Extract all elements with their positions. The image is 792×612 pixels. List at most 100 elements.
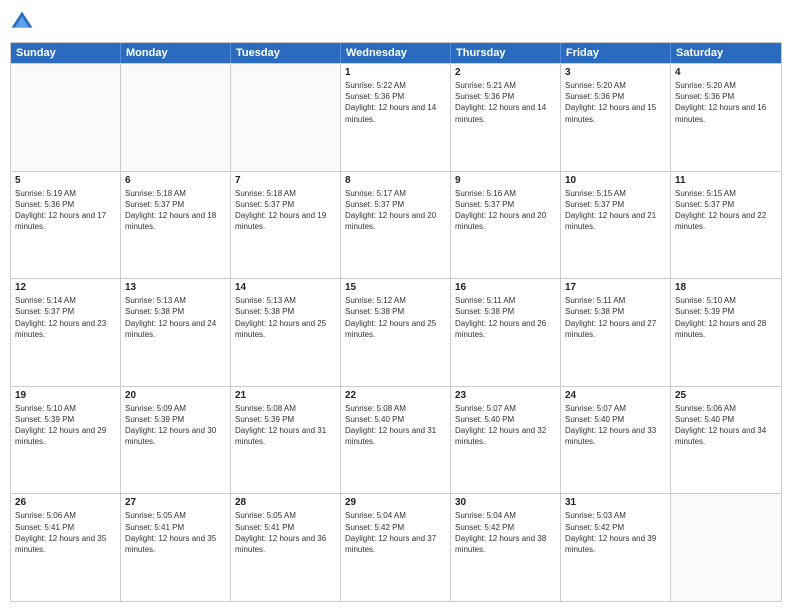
cell-info: Sunrise: 5:13 AM Sunset: 5:38 PM Dayligh…: [235, 295, 336, 340]
cell-day-number: 4: [675, 67, 777, 78]
calendar-cell: 17 Sunrise: 5:11 AM Sunset: 5:38 PM Dayli…: [561, 279, 671, 386]
calendar-row: 12 Sunrise: 5:14 AM Sunset: 5:37 PM Dayli…: [11, 278, 781, 386]
calendar-cell: 21 Sunrise: 5:08 AM Sunset: 5:39 PM Dayli…: [231, 387, 341, 494]
cell-day-number: 6: [125, 175, 226, 186]
cell-info: Sunrise: 5:12 AM Sunset: 5:38 PM Dayligh…: [345, 295, 446, 340]
calendar-cell: 8 Sunrise: 5:17 AM Sunset: 5:37 PM Daylig…: [341, 172, 451, 279]
calendar-cell: [11, 64, 121, 171]
cell-day-number: 21: [235, 390, 336, 401]
page: SundayMondayTuesdayWednesdayThursdayFrid…: [0, 0, 792, 612]
cell-day-number: 17: [565, 282, 666, 293]
calendar-cell: 22Sunrise: 5:08 AM Sunset: 5:40 PM Dayli…: [341, 387, 451, 494]
calendar-row: 19 Sunrise: 5:10 AM Sunset: 5:39 PM Dayli…: [11, 386, 781, 494]
calendar-row: 26Sunrise: 5:06 AM Sunset: 5:41 PM Dayli…: [11, 493, 781, 601]
calendar-cell: 26Sunrise: 5:06 AM Sunset: 5:41 PM Dayli…: [11, 494, 121, 601]
cell-info: Sunrise: 5:17 AM Sunset: 5:37 PM Dayligh…: [345, 188, 446, 233]
cell-day-number: 16: [455, 282, 556, 293]
cell-info: Sunrise: 5:16 AM Sunset: 5:37 PM Dayligh…: [455, 188, 556, 233]
cell-day-number: 8: [345, 175, 446, 186]
cell-info: Sunrise: 5:20 AM Sunset: 5:36 PM Dayligh…: [565, 80, 666, 125]
cell-day-number: 23: [455, 390, 556, 401]
cell-day-number: 9: [455, 175, 556, 186]
cell-info: Sunrise: 5:11 AM Sunset: 5:38 PM Dayligh…: [565, 295, 666, 340]
cell-day-number: 27: [125, 497, 226, 508]
cell-day-number: 10: [565, 175, 666, 186]
cell-info: Sunrise: 5:13 AM Sunset: 5:38 PM Dayligh…: [125, 295, 226, 340]
calendar-cell: 10 Sunrise: 5:15 AM Sunset: 5:37 PM Dayli…: [561, 172, 671, 279]
cell-day-number: 24: [565, 390, 666, 401]
calendar-cell: 6 Sunrise: 5:18 AM Sunset: 5:37 PM Daylig…: [121, 172, 231, 279]
cell-day-number: 30: [455, 497, 556, 508]
cell-info: Sunrise: 5:15 AM Sunset: 5:37 PM Dayligh…: [675, 188, 777, 233]
calendar-cell: 20Sunrise: 5:09 AM Sunset: 5:39 PM Dayli…: [121, 387, 231, 494]
cell-info: Sunrise: 5:21 AM Sunset: 5:36 PM Dayligh…: [455, 80, 556, 125]
weekday-header: Thursday: [451, 43, 561, 63]
cell-day-number: 28: [235, 497, 336, 508]
calendar: SundayMondayTuesdayWednesdayThursdayFrid…: [10, 42, 782, 602]
calendar-cell: 19 Sunrise: 5:10 AM Sunset: 5:39 PM Dayli…: [11, 387, 121, 494]
cell-day-number: 18: [675, 282, 777, 293]
cell-info: Sunrise: 5:18 AM Sunset: 5:37 PM Dayligh…: [235, 188, 336, 233]
cell-info: Sunrise: 5:09 AM Sunset: 5:39 PM Dayligh…: [125, 403, 226, 448]
cell-info: Sunrise: 5:10 AM Sunset: 5:39 PM Dayligh…: [675, 295, 777, 340]
calendar-cell: 14 Sunrise: 5:13 AM Sunset: 5:38 PM Dayli…: [231, 279, 341, 386]
calendar-cell: 27Sunrise: 5:05 AM Sunset: 5:41 PM Dayli…: [121, 494, 231, 601]
calendar-cell: 29Sunrise: 5:04 AM Sunset: 5:42 PM Dayli…: [341, 494, 451, 601]
cell-day-number: 25: [675, 390, 777, 401]
calendar-cell: 11 Sunrise: 5:15 AM Sunset: 5:37 PM Dayli…: [671, 172, 781, 279]
calendar-header: SundayMondayTuesdayWednesdayThursdayFrid…: [11, 43, 781, 63]
cell-day-number: 7: [235, 175, 336, 186]
cell-info: Sunrise: 5:08 AM Sunset: 5:39 PM Dayligh…: [235, 403, 336, 448]
cell-info: Sunrise: 5:15 AM Sunset: 5:37 PM Dayligh…: [565, 188, 666, 233]
calendar-cell: [671, 494, 781, 601]
logo-icon: [10, 10, 34, 34]
cell-day-number: 1: [345, 67, 446, 78]
calendar-cell: 30 Sunrise: 5:04 AM Sunset: 5:42 PM Dayli…: [451, 494, 561, 601]
calendar-cell: [121, 64, 231, 171]
cell-info: Sunrise: 5:18 AM Sunset: 5:37 PM Dayligh…: [125, 188, 226, 233]
calendar-cell: 9 Sunrise: 5:16 AM Sunset: 5:37 PM Daylig…: [451, 172, 561, 279]
cell-day-number: 19: [15, 390, 116, 401]
cell-info: Sunrise: 5:11 AM Sunset: 5:38 PM Dayligh…: [455, 295, 556, 340]
cell-info: Sunrise: 5:06 AM Sunset: 5:40 PM Dayligh…: [675, 403, 777, 448]
calendar-cell: 31Sunrise: 5:03 AM Sunset: 5:42 PM Dayli…: [561, 494, 671, 601]
cell-day-number: 5: [15, 175, 116, 186]
cell-day-number: 13: [125, 282, 226, 293]
calendar-cell: 25 Sunrise: 5:06 AM Sunset: 5:40 PM Dayli…: [671, 387, 781, 494]
cell-day-number: 11: [675, 175, 777, 186]
calendar-cell: 1 Sunrise: 5:22 AM Sunset: 5:36 PM Daylig…: [341, 64, 451, 171]
calendar-row: 5 Sunrise: 5:19 AM Sunset: 5:36 PM Daylig…: [11, 171, 781, 279]
weekday-header: Saturday: [671, 43, 781, 63]
calendar-cell: 13 Sunrise: 5:13 AM Sunset: 5:38 PM Dayli…: [121, 279, 231, 386]
weekday-header: Friday: [561, 43, 671, 63]
cell-day-number: 15: [345, 282, 446, 293]
cell-info: Sunrise: 5:14 AM Sunset: 5:37 PM Dayligh…: [15, 295, 116, 340]
weekday-header: Monday: [121, 43, 231, 63]
cell-info: Sunrise: 5:07 AM Sunset: 5:40 PM Dayligh…: [455, 403, 556, 448]
logo: [10, 10, 38, 34]
cell-info: Sunrise: 5:19 AM Sunset: 5:36 PM Dayligh…: [15, 188, 116, 233]
calendar-cell: 28 Sunrise: 5:05 AM Sunset: 5:41 PM Dayli…: [231, 494, 341, 601]
cell-info: Sunrise: 5:20 AM Sunset: 5:36 PM Dayligh…: [675, 80, 777, 125]
cell-info: Sunrise: 5:07 AM Sunset: 5:40 PM Dayligh…: [565, 403, 666, 448]
cell-info: Sunrise: 5:10 AM Sunset: 5:39 PM Dayligh…: [15, 403, 116, 448]
cell-info: Sunrise: 5:03 AM Sunset: 5:42 PM Dayligh…: [565, 510, 666, 555]
cell-info: Sunrise: 5:05 AM Sunset: 5:41 PM Dayligh…: [235, 510, 336, 555]
calendar-cell: [231, 64, 341, 171]
cell-day-number: 12: [15, 282, 116, 293]
calendar-body: 1 Sunrise: 5:22 AM Sunset: 5:36 PM Daylig…: [11, 63, 781, 601]
calendar-cell: 5 Sunrise: 5:19 AM Sunset: 5:36 PM Daylig…: [11, 172, 121, 279]
cell-info: Sunrise: 5:06 AM Sunset: 5:41 PM Dayligh…: [15, 510, 116, 555]
calendar-cell: 18 Sunrise: 5:10 AM Sunset: 5:39 PM Dayli…: [671, 279, 781, 386]
header: [10, 10, 782, 34]
cell-info: Sunrise: 5:22 AM Sunset: 5:36 PM Dayligh…: [345, 80, 446, 125]
weekday-header: Sunday: [11, 43, 121, 63]
calendar-cell: 3Sunrise: 5:20 AM Sunset: 5:36 PM Daylig…: [561, 64, 671, 171]
cell-day-number: 14: [235, 282, 336, 293]
cell-day-number: 2: [455, 67, 556, 78]
calendar-cell: 23 Sunrise: 5:07 AM Sunset: 5:40 PM Dayli…: [451, 387, 561, 494]
calendar-row: 1 Sunrise: 5:22 AM Sunset: 5:36 PM Daylig…: [11, 63, 781, 171]
cell-info: Sunrise: 5:04 AM Sunset: 5:42 PM Dayligh…: [455, 510, 556, 555]
cell-day-number: 22: [345, 390, 446, 401]
cell-day-number: 29: [345, 497, 446, 508]
